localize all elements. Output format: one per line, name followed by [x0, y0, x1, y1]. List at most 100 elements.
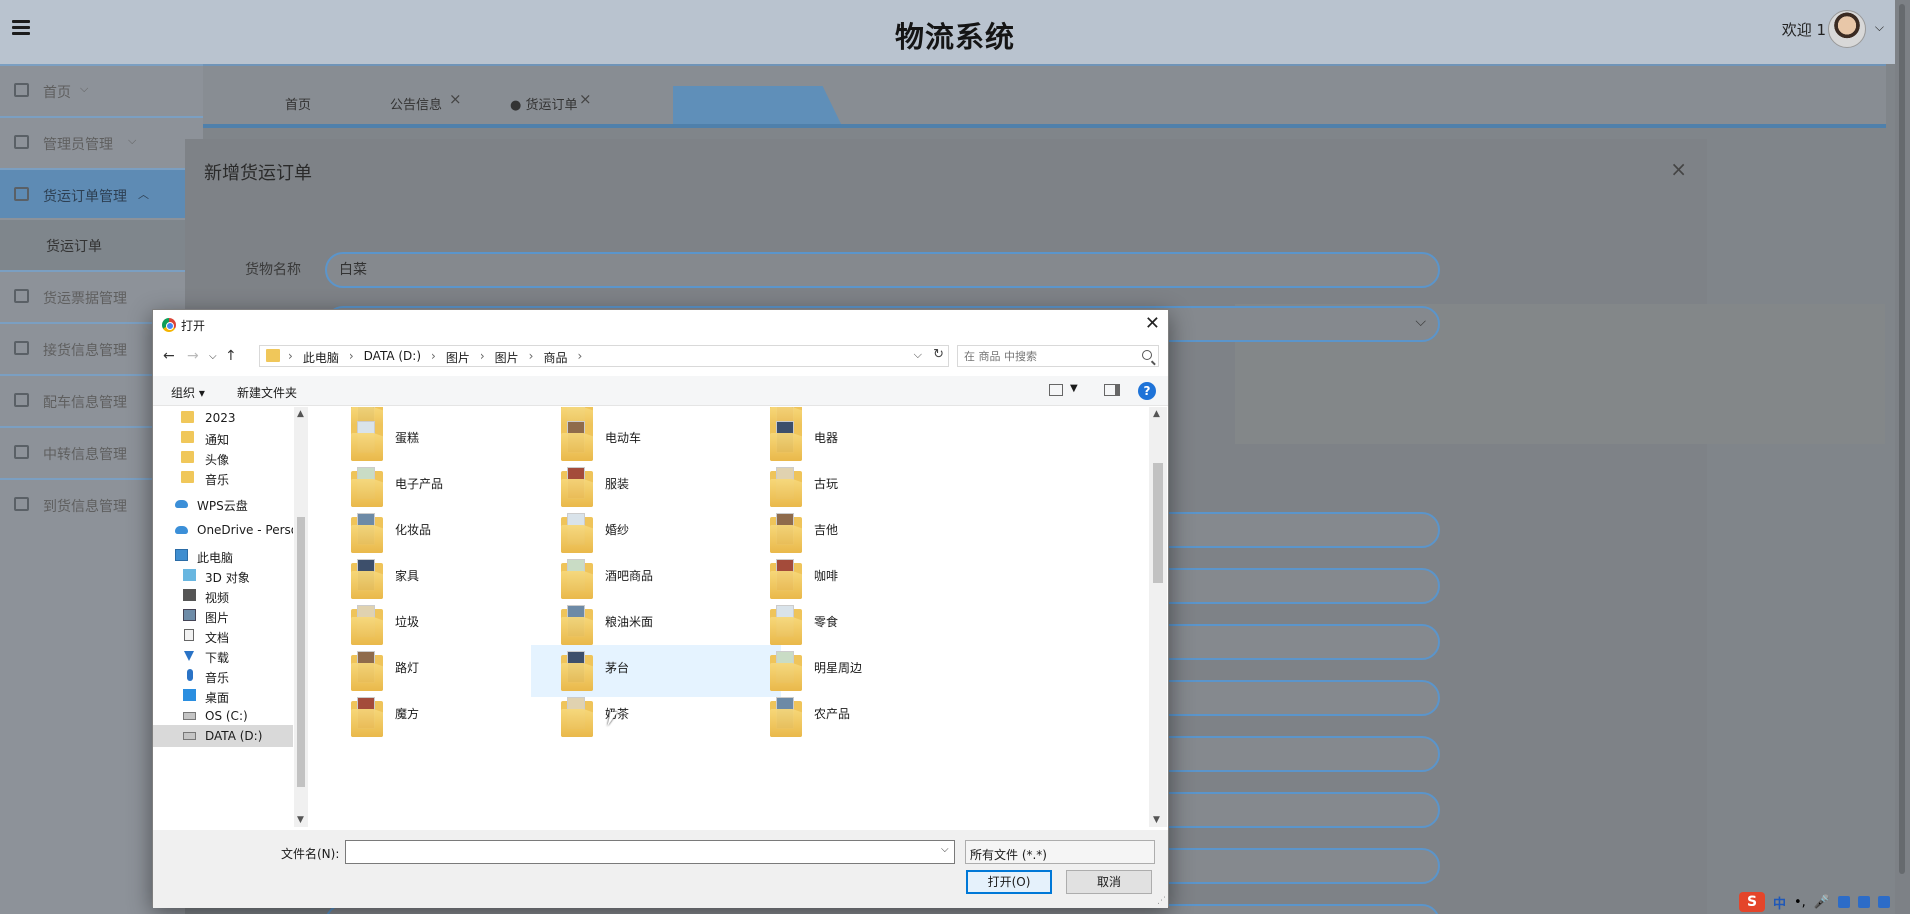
microphone-icon[interactable]: 🎤: [1814, 895, 1830, 910]
sidebar-item-admin[interactable]: 管理员管理 ⌵: [0, 116, 203, 166]
nav-item[interactable]: 2023: [153, 407, 293, 429]
folder-icon: [351, 605, 383, 645]
view-options-icon[interactable]: [1049, 384, 1063, 396]
video-icon: [183, 589, 196, 601]
breadcrumb-item[interactable]: DATA (D:): [364, 349, 421, 366]
chevron-down-icon[interactable]: ⌵: [1875, 20, 1884, 35]
breadcrumb-item[interactable]: 图片: [495, 349, 519, 366]
close-icon[interactable]: ×: [579, 90, 592, 108]
chevron-down-icon[interactable]: ⌵: [914, 348, 922, 362]
sogou-logo-icon[interactable]: S: [1739, 892, 1765, 912]
filename-label: 文件名(N):: [281, 847, 340, 861]
chevron-down-icon[interactable]: ⌵: [941, 844, 949, 855]
nav-item-selected[interactable]: DATA (D:): [153, 725, 293, 747]
search-input[interactable]: [964, 348, 1124, 364]
folder-icon: [351, 651, 383, 691]
nav-item[interactable]: 文档: [153, 625, 293, 647]
folder-name: 酒吧商品: [605, 569, 654, 583]
scroll-down-icon[interactable]: ▼: [1153, 815, 1160, 825]
scroll-down-icon[interactable]: ▼: [297, 815, 304, 825]
close-icon[interactable]: ×: [1670, 157, 1687, 181]
ime-mode[interactable]: 中: [1773, 893, 1786, 912]
breadcrumb-item[interactable]: 图片: [446, 349, 470, 366]
nav-item[interactable]: 图片: [153, 605, 293, 627]
folder-tile[interactable]: 电器: [740, 415, 990, 467]
keyboard-icon[interactable]: [1838, 896, 1851, 908]
back-icon[interactable]: ←: [163, 348, 175, 364]
tab-announcements[interactable]: 公告信息: [390, 94, 442, 113]
goods-name-label: 货物名称: [245, 262, 301, 278]
open-button[interactable]: 打开(O): [966, 870, 1052, 894]
cancel-button[interactable]: 取消: [1066, 870, 1152, 894]
search-icon[interactable]: [1142, 350, 1152, 360]
nav-item[interactable]: 头像: [153, 447, 293, 469]
up-icon[interactable]: ↑: [225, 348, 237, 364]
nav-item[interactable]: 音乐: [153, 467, 293, 489]
dialog-titlebar[interactable]: 打开 ✕: [153, 310, 1168, 340]
folder-icon: [770, 651, 802, 691]
folder-tile[interactable]: 农产品: [740, 691, 990, 743]
folder-tile[interactable]: 吉他: [740, 507, 990, 559]
nav-item[interactable]: OneDrive - Perso: [153, 519, 293, 541]
address-bar[interactable]: › 此电脑 › DATA (D:) › 图片 › 图片 › 商品 › ⌵ ↻: [259, 345, 949, 367]
nav-item[interactable]: 下载: [153, 645, 293, 667]
nav-item[interactable]: 桌面: [153, 685, 293, 707]
search-box[interactable]: [957, 345, 1159, 367]
breadcrumb-item[interactable]: 此电脑: [303, 349, 339, 366]
preview-pane-icon[interactable]: [1104, 384, 1120, 396]
new-folder-button[interactable]: 新建文件夹: [237, 384, 297, 401]
resize-grip-icon[interactable]: ⋰: [1157, 896, 1166, 906]
sidebar-subitem-freight-order[interactable]: 货运订单: [0, 220, 203, 270]
goods-name-input[interactable]: 白菜: [325, 252, 1440, 288]
sidebar-item-label: 货运票据管理: [43, 291, 127, 307]
cloud-icon: [175, 526, 188, 534]
folder-tile[interactable]: 古玩: [740, 461, 990, 513]
close-icon[interactable]: ✕: [1145, 313, 1160, 334]
navigation-bar: ← → ⌵ ↑ › 此电脑 › DATA (D:) › 图片 › 图片 › 商品…: [153, 343, 1168, 371]
scroll-thumb[interactable]: [1899, 4, 1905, 874]
file-list-scrollbar[interactable]: ▲ ▼: [1149, 407, 1167, 827]
folder-tile[interactable]: 明星周边: [740, 645, 990, 697]
organize-button[interactable]: 组织 ▾: [171, 384, 205, 401]
page-scrollbar[interactable]: [1895, 0, 1910, 914]
nav-item[interactable]: WPS云盘: [153, 493, 293, 515]
scroll-up-icon[interactable]: ▲: [297, 409, 304, 419]
forward-icon[interactable]: →: [187, 348, 199, 364]
nav-scrollbar[interactable]: ▲ ▼: [294, 407, 308, 827]
sidebar-item-label: 中转信息管理: [43, 447, 127, 463]
filetype-select[interactable]: 所有文件 (*.*) ⌵: [965, 840, 1155, 864]
sidebar-item-home[interactable]: 首页 ⌵: [0, 64, 203, 114]
folder-tile[interactable]: 零食: [740, 599, 990, 651]
refresh-icon[interactable]: ↻: [933, 347, 944, 362]
chevron-down-icon[interactable]: ▼: [1070, 383, 1078, 394]
nav-item[interactable]: 视频: [153, 585, 293, 607]
sidebar-item-label: 接货信息管理: [43, 343, 127, 359]
avatar[interactable]: [1828, 10, 1866, 48]
folder-name: 农产品: [814, 707, 851, 721]
nav-item[interactable]: OS (C:): [153, 705, 293, 727]
scroll-up-icon[interactable]: ▲: [1153, 409, 1160, 419]
nav-item[interactable]: 此电脑: [153, 545, 293, 567]
nav-item[interactable]: 3D 对象: [153, 565, 293, 587]
punctuation-icon[interactable]: •,: [1794, 895, 1806, 910]
toolbox-icon[interactable]: [1878, 896, 1891, 908]
recent-locations-icon[interactable]: ⌵: [209, 351, 217, 362]
folder-name: 明星周边: [814, 661, 863, 675]
folder-name: 古玩: [814, 477, 839, 491]
dialog-title: 打开: [181, 319, 206, 333]
folder-tile[interactable]: 咖啡: [740, 553, 990, 605]
skin-icon[interactable]: [1858, 896, 1871, 908]
breadcrumb-item[interactable]: 商品: [543, 349, 567, 366]
nav-item[interactable]: 音乐: [153, 665, 293, 687]
pictures-icon: [183, 609, 196, 621]
filename-input[interactable]: [345, 840, 955, 864]
scroll-thumb[interactable]: [297, 517, 305, 787]
close-icon[interactable]: ×: [449, 90, 462, 108]
tab-freight-orders[interactable]: ● 货运订单: [510, 94, 577, 113]
sidebar-item-freight-orders[interactable]: 货运订单管理 ︿: [0, 168, 203, 218]
dialog-toolbar: 组织 ▾ 新建文件夹 ▼ ?: [153, 376, 1168, 406]
nav-item[interactable]: 通知: [153, 427, 293, 449]
tab-home[interactable]: 首页: [285, 94, 311, 113]
scroll-thumb[interactable]: [1153, 463, 1163, 583]
help-icon[interactable]: ?: [1138, 382, 1156, 400]
